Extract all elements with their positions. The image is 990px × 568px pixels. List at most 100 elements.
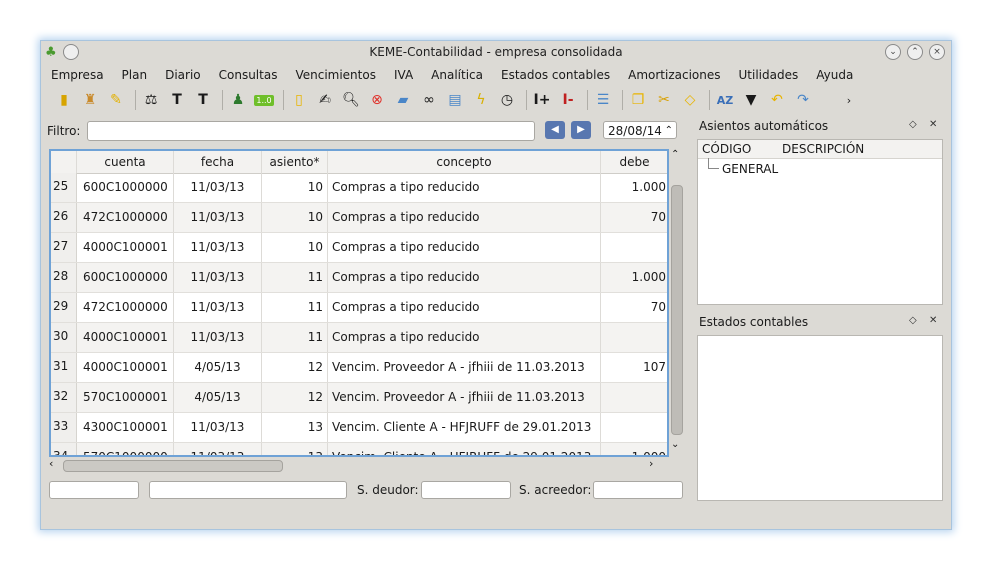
cell-cuenta[interactable]: 4000C100001 (77, 323, 174, 352)
accounts-icon[interactable]: ♜ (79, 89, 101, 111)
cell-cuenta[interactable]: 4000C100001 (77, 233, 174, 262)
total-field-2[interactable] (149, 481, 347, 499)
close-window-button[interactable]: × (929, 44, 945, 60)
header-debe[interactable]: debe (601, 151, 667, 173)
cell-fecha[interactable]: 11/03/13 (174, 293, 262, 322)
toolbar-overflow-icon[interactable]: › (838, 89, 860, 111)
minimize-button[interactable]: ⌄ (885, 44, 901, 60)
cell-debe[interactable]: 1.000 (601, 443, 667, 455)
redo-icon[interactable]: ↷ (792, 89, 814, 111)
cell-cuenta[interactable]: 4000C100001 (77, 353, 174, 382)
row-number[interactable]: 34 (51, 443, 77, 455)
estados-float-icon[interactable]: ◇ (909, 315, 917, 326)
cell-concepto[interactable]: Vencim. Proveedor A - jfhiii de 11.03.20… (328, 383, 601, 412)
cell-cuenta[interactable]: 570C1000000 (77, 443, 174, 455)
cell-fecha[interactable]: 4/05/13 (174, 383, 262, 412)
copy-icon[interactable]: ❐ (627, 89, 649, 111)
cell-fecha[interactable]: 11/03/13 (174, 323, 262, 352)
menu-amortizaciones[interactable]: Amortizaciones (618, 65, 728, 85)
cell-fecha[interactable]: 11/03/13 (174, 263, 262, 292)
maximize-button[interactable]: ⌃ (907, 44, 923, 60)
balance-icon[interactable]: ⚖ (140, 89, 162, 111)
cell-debe[interactable]: 70 (601, 293, 667, 322)
open-folder-icon[interactable]: ▰ (392, 89, 414, 111)
header-concepto[interactable]: concepto (328, 151, 601, 173)
journal-icon[interactable]: ▮ (53, 89, 75, 111)
header-codigo[interactable]: CÓDIGO (698, 140, 778, 158)
table-row[interactable]: 29 472C1000000 11/03/13 11 Compras a tipo re… (51, 293, 667, 323)
header-asiento[interactable]: asiento* (262, 151, 328, 173)
cell-concepto[interactable]: Compras a tipo reducido (328, 293, 601, 322)
sort-az-icon[interactable]: AZ (714, 89, 736, 111)
binoculars-icon[interactable]: ∞ (418, 89, 440, 111)
deudor-field[interactable] (421, 481, 511, 499)
cell-asiento[interactable]: 11 (262, 323, 328, 352)
calendar-icon[interactable]: ▤ (444, 89, 466, 111)
cell-debe[interactable]: 1.000 (601, 173, 667, 202)
cell-asiento[interactable]: 11 (262, 263, 328, 292)
vertical-scrollbar[interactable]: ⌃ ⌄ (669, 149, 685, 459)
menu-iva[interactable]: IVA (384, 65, 421, 85)
menu-ayuda[interactable]: Ayuda (806, 65, 861, 85)
scroll-up-icon[interactable]: ⌃ (671, 149, 679, 160)
clock-icon[interactable]: ◷ (496, 89, 518, 111)
filter-input[interactable] (87, 121, 535, 141)
row-number[interactable]: 26 (51, 203, 77, 232)
cell-debe[interactable]: 1.000 (601, 263, 667, 292)
flash-icon[interactable]: ϟ (470, 89, 492, 111)
menu-analitica[interactable]: Analítica (421, 65, 491, 85)
cell-debe[interactable] (601, 413, 667, 442)
table-row[interactable]: 30 4000C100001 11/03/13 11 Compras a tipo re… (51, 323, 667, 353)
cell-asiento[interactable]: 12 (262, 383, 328, 412)
remove-entry-icon[interactable]: I- (557, 89, 579, 111)
next-page-button[interactable]: ▶ (571, 121, 591, 139)
cell-asiento[interactable]: 11 (262, 293, 328, 322)
cell-cuenta[interactable]: 4300C100001 (77, 413, 174, 442)
cell-fecha[interactable]: 11/03/13 (174, 203, 262, 232)
cell-debe[interactable] (601, 323, 667, 352)
menu-vencimientos[interactable]: Vencimientos (285, 65, 384, 85)
cut-icon[interactable]: ✂ (653, 89, 675, 111)
cell-asiento[interactable]: 10 (262, 173, 328, 202)
tool-t-icon[interactable]: T (166, 89, 188, 111)
cell-concepto[interactable]: Compras a tipo reducido (328, 173, 601, 202)
list-icon[interactable]: ☰ (592, 89, 614, 111)
cell-fecha[interactable]: 11/03/13 (174, 233, 262, 262)
row-number[interactable]: 27 (51, 233, 77, 262)
tree-item-general[interactable]: GENERAL (722, 162, 778, 176)
cell-concepto[interactable]: Vencim. Cliente A - HFJRUFF de 29.01.201… (328, 443, 601, 455)
row-number[interactable]: 29 (51, 293, 77, 322)
total-field-1[interactable] (49, 481, 139, 499)
user-money-icon[interactable]: ♟ (227, 89, 249, 111)
cell-concepto[interactable]: Vencim. Proveedor A - jfhiii de 11.03.20… (328, 353, 601, 382)
cell-fecha[interactable]: 4/05/13 (174, 353, 262, 382)
cell-concepto[interactable]: Compras a tipo reducido (328, 203, 601, 232)
table-row[interactable]: 32 570C1000001 4/05/13 12 Vencim. Proveedor … (51, 383, 667, 413)
search-icon[interactable]: 🔍︎ (340, 89, 362, 111)
estados-close-icon[interactable]: ✕ (929, 315, 937, 326)
scroll-left-icon[interactable]: ‹ (49, 457, 53, 470)
table-row[interactable]: 25 600C1000000 11/03/13 10 Compras a tipo re… (51, 173, 667, 203)
date-field[interactable]: 28/08/14 ⌃ (603, 121, 677, 139)
row-number[interactable]: 33 (51, 413, 77, 442)
row-number[interactable]: 25 (51, 173, 77, 202)
cell-debe[interactable]: 107 (601, 353, 667, 382)
row-number[interactable]: 28 (51, 263, 77, 292)
cell-debe[interactable]: 70 (601, 203, 667, 232)
menu-consultas[interactable]: Consultas (209, 65, 286, 85)
cell-concepto[interactable]: Vencim. Cliente A - HFJRUFF de 29.01.201… (328, 413, 601, 442)
add-entry-icon[interactable]: I+ (531, 89, 553, 111)
row-number[interactable]: 30 (51, 323, 77, 352)
cell-cuenta[interactable]: 600C1000000 (77, 173, 174, 202)
edit-icon[interactable]: ✍ (314, 89, 336, 111)
header-descripcion[interactable]: DESCRIPCIÓN (778, 140, 864, 158)
cell-cuenta[interactable]: 472C1000000 (77, 203, 174, 232)
header-cuenta[interactable]: cuenta (77, 151, 174, 173)
cell-asiento[interactable]: 13 (262, 443, 328, 455)
cell-cuenta[interactable]: 472C1000000 (77, 293, 174, 322)
cell-debe[interactable] (601, 233, 667, 262)
cell-concepto[interactable]: Compras a tipo reducido (328, 233, 601, 262)
cell-fecha[interactable]: 11/03/13 (174, 173, 262, 202)
horizontal-scrollbar[interactable]: ‹ › (49, 457, 669, 473)
cell-debe[interactable] (601, 383, 667, 412)
